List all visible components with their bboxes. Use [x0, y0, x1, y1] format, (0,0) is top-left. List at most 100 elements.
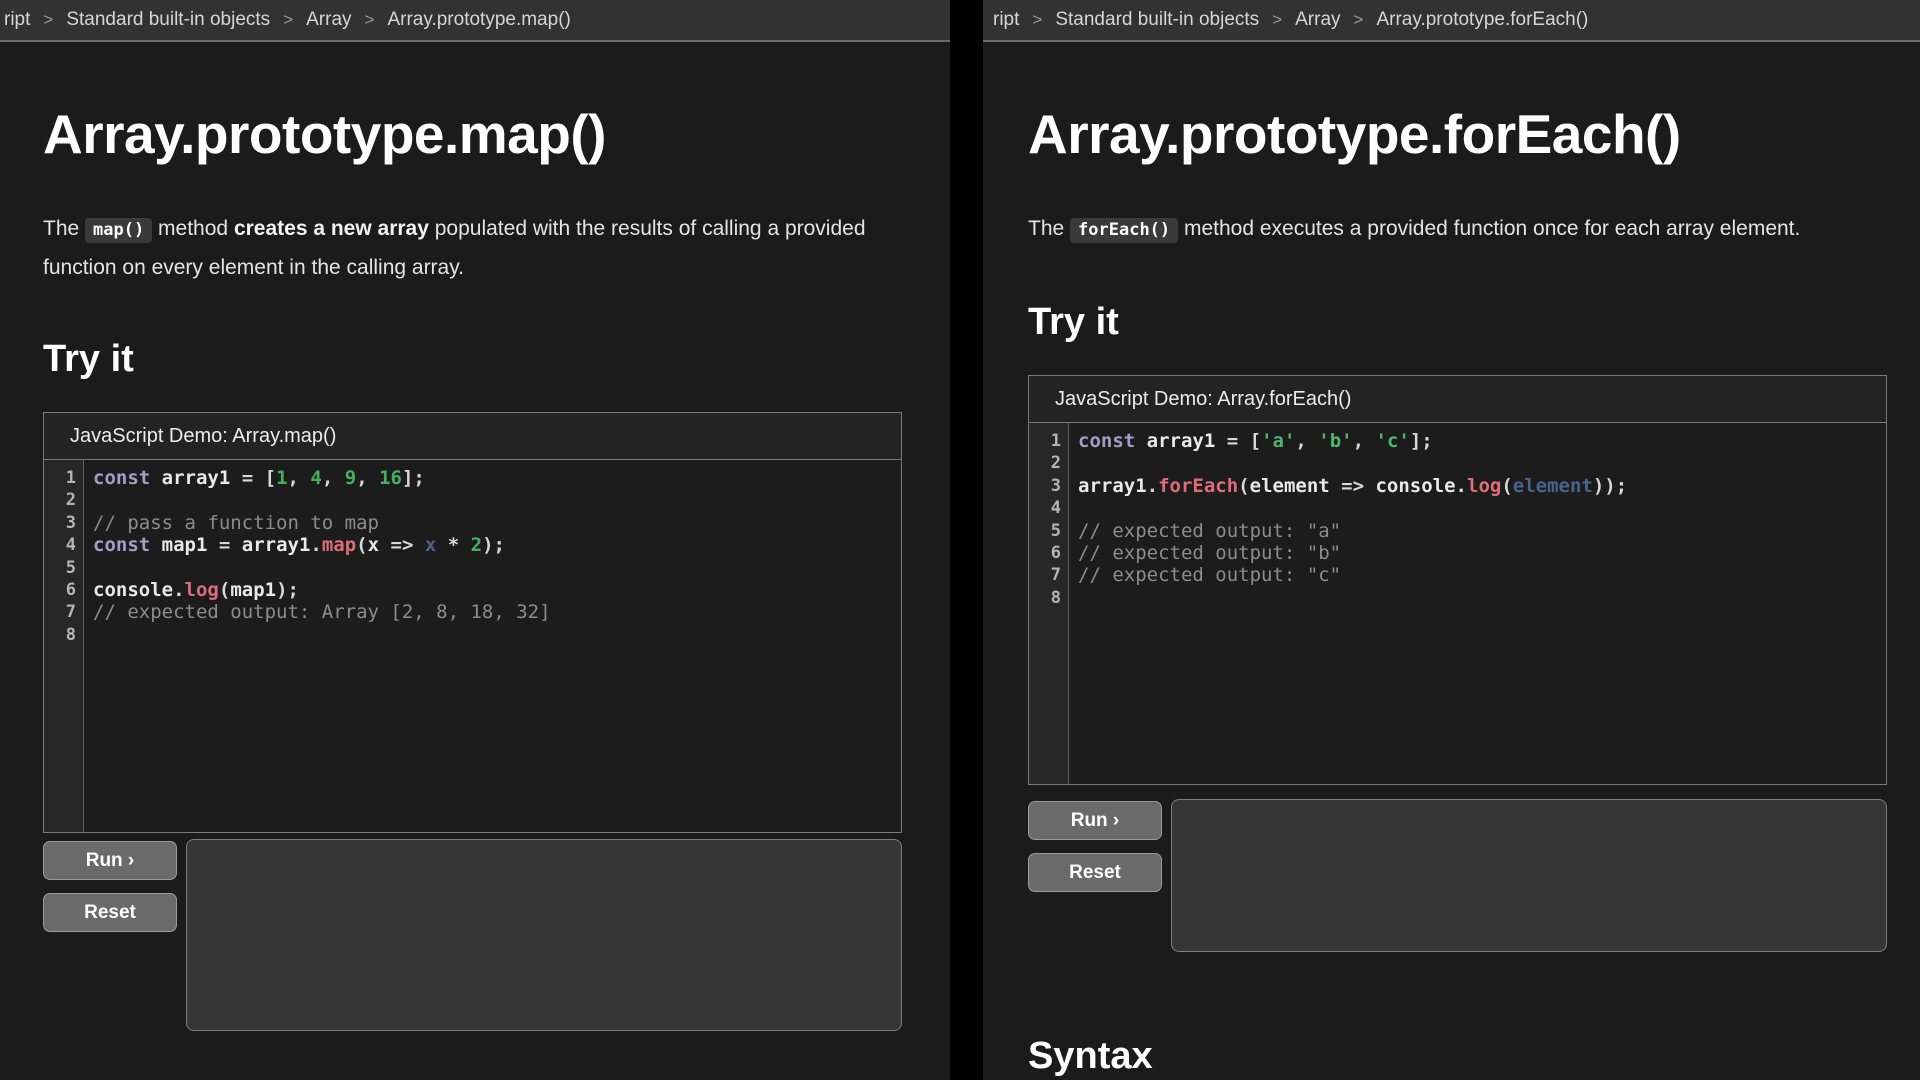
run-button[interactable]: Run ›	[1028, 801, 1162, 840]
description-text: method	[152, 217, 234, 240]
code-token: = [	[1215, 430, 1261, 452]
code-line[interactable]: // pass a function to map	[93, 512, 901, 534]
line-number: 4	[44, 534, 83, 556]
code-token: *	[436, 534, 470, 556]
code-token: 'b'	[1318, 430, 1352, 452]
reset-button[interactable]: Reset	[43, 893, 177, 932]
line-number: 5	[44, 557, 83, 579]
breadcrumb-separator-icon: >	[43, 10, 53, 30]
code-token: const	[93, 467, 150, 489]
editor-header: JavaScript Demo: Array.forEach()	[1029, 376, 1886, 423]
code-line[interactable]: const map1 = array1.map(x => x * 2);	[93, 534, 901, 556]
code-area[interactable]: 12345678 const array1 = [1, 4, 9, 16]; //…	[44, 460, 901, 832]
code-line[interactable]	[1078, 452, 1886, 474]
code-token: // expected output: Array [2, 8, 18, 32]	[93, 601, 551, 623]
line-number: 3	[44, 512, 83, 534]
code-area[interactable]: 12345678 const array1 = ['a', 'b', 'c'];…	[1029, 423, 1886, 784]
code-token: .	[310, 534, 321, 556]
breadcrumb: ript>Standard built-in objects>Array>Arr…	[0, 0, 950, 42]
code-line[interactable]: const array1 = [1, 4, 9, 16];	[93, 467, 901, 489]
code-token: // expected output: "c"	[1078, 564, 1341, 586]
line-number: 6	[44, 579, 83, 601]
code-token: array1	[1147, 430, 1216, 452]
code-line[interactable]: // expected output: "c"	[1078, 564, 1886, 586]
code-line[interactable]	[1078, 497, 1886, 519]
code-lines[interactable]: const array1 = [1, 4, 9, 16]; // pass a f…	[84, 460, 901, 832]
line-number: 6	[1029, 542, 1068, 564]
code-line[interactable]	[93, 624, 901, 646]
code-line[interactable]: const array1 = ['a', 'b', 'c'];	[1078, 430, 1886, 452]
breadcrumb-separator-icon: >	[1354, 10, 1364, 30]
line-number: 8	[44, 624, 83, 646]
code-token: ];	[402, 467, 425, 489]
panel-foreach: ript>Standard built-in objects>Array>Arr…	[983, 0, 1920, 1080]
code-token: const	[93, 534, 150, 556]
code-token: =>	[1330, 475, 1376, 497]
description: The forEach() method executes a provided…	[1028, 210, 1887, 249]
line-number: 8	[1029, 587, 1068, 609]
breadcrumb-item[interactable]: ript	[4, 9, 30, 31]
code-token: element	[1250, 475, 1330, 497]
breadcrumb-item[interactable]: Standard built-in objects	[1055, 9, 1259, 31]
try-it-heading: Try it	[1028, 301, 1887, 343]
breadcrumb: ript>Standard built-in objects>Array>Arr…	[983, 0, 1920, 42]
line-number: 3	[1029, 475, 1068, 497]
code-token: array1	[1078, 475, 1147, 497]
reset-button[interactable]: Reset	[1028, 853, 1162, 892]
code-lines[interactable]: const array1 = ['a', 'b', 'c'];array1.fo…	[1069, 423, 1886, 784]
code-token: ,	[288, 467, 311, 489]
breadcrumb-item[interactable]: Array.prototype.map()	[387, 9, 570, 31]
code-line[interactable]	[1078, 587, 1886, 609]
breadcrumb-item[interactable]: Array.prototype.forEach()	[1376, 9, 1588, 31]
breadcrumb-separator-icon: >	[1032, 10, 1042, 30]
code-token: ));	[1593, 475, 1627, 497]
code-token: // pass a function to map	[93, 512, 379, 534]
code-token: ,	[356, 467, 379, 489]
code-line[interactable]: // expected output: Array [2, 8, 18, 32]	[93, 601, 901, 623]
breadcrumb-item[interactable]: Standard built-in objects	[66, 9, 270, 31]
code-token: = [	[230, 467, 276, 489]
breadcrumb-item[interactable]: ript	[993, 9, 1019, 31]
page-title: Array.prototype.forEach()	[1028, 104, 1887, 164]
code-editor: JavaScript Demo: Array.map() 12345678 co…	[43, 412, 902, 833]
editor-header: JavaScript Demo: Array.map()	[44, 413, 901, 460]
code-token: 1	[276, 467, 287, 489]
run-button[interactable]: Run ›	[43, 841, 177, 880]
code-token: .	[1147, 475, 1158, 497]
article-map: Array.prototype.map() The map() method c…	[0, 104, 902, 1031]
code-token: );	[482, 534, 505, 556]
code-token: element	[1513, 475, 1593, 497]
description-text: method executes a provided function once…	[1178, 217, 1800, 240]
page-title: Array.prototype.map()	[43, 104, 902, 164]
code-token: log	[1467, 475, 1501, 497]
code-token: console	[93, 579, 173, 601]
line-number: 4	[1029, 497, 1068, 519]
code-token: x	[368, 534, 379, 556]
code-line[interactable]: // expected output: "b"	[1078, 542, 1886, 564]
code-token	[150, 467, 161, 489]
code-line[interactable]	[93, 557, 901, 579]
code-token: ,	[1295, 430, 1318, 452]
description: The map() method creates a new array pop…	[43, 210, 902, 286]
code-token: array1	[162, 467, 231, 489]
split-view: ript > Standard built-in objects > Array > Arr…	[0, 0, 1920, 1080]
code-line[interactable]: array1.forEach(element => console.log(el…	[1078, 475, 1886, 497]
line-number: 7	[44, 601, 83, 623]
code-token: (	[219, 579, 230, 601]
code-line[interactable]: console.log(map1);	[93, 579, 901, 601]
button-column: Run › Reset	[1028, 801, 1162, 905]
line-number-gutter: 12345678	[44, 460, 84, 832]
code-token: console	[1375, 475, 1455, 497]
line-number: 5	[1029, 520, 1068, 542]
code-token: =>	[379, 534, 425, 556]
breadcrumb-separator-icon: >	[283, 10, 293, 30]
code-line[interactable]: // expected output: "a"	[1078, 520, 1886, 542]
code-editor: JavaScript Demo: Array.forEach() 1234567…	[1028, 375, 1887, 785]
description-text: The	[1028, 217, 1070, 240]
code-token: =	[207, 534, 241, 556]
code-line[interactable]	[93, 489, 901, 511]
breadcrumb-item[interactable]: Array	[306, 9, 351, 31]
breadcrumb-item[interactable]: Array	[1295, 9, 1340, 31]
code-token: x	[425, 534, 436, 556]
line-number-gutter: 12345678	[1029, 423, 1069, 784]
